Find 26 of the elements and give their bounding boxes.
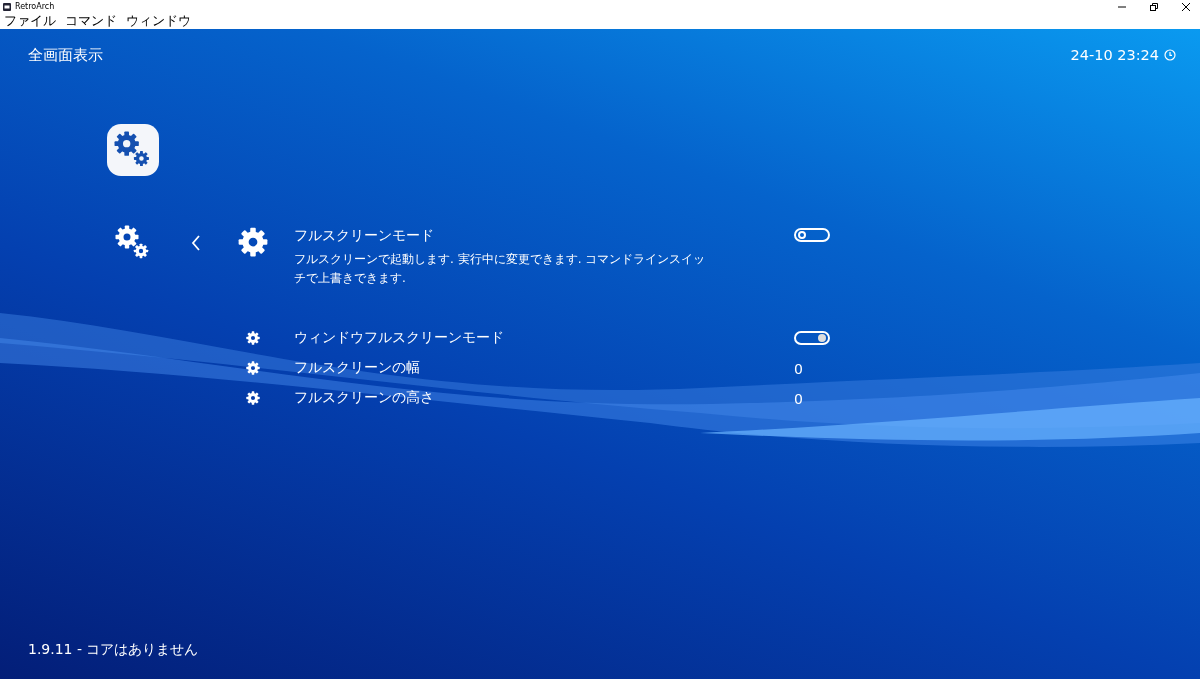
toggle-switch[interactable] <box>794 228 830 242</box>
restore-icon <box>1150 2 1158 11</box>
settings-icon <box>115 225 151 261</box>
small-gear-icon <box>246 361 260 375</box>
setting-label[interactable]: ウィンドウフルスクリーンモード <box>294 329 794 347</box>
menu-item[interactable]: ウィンドウ <box>126 13 191 29</box>
page-title: 全画面表示 <box>28 45 103 65</box>
setting-label[interactable]: フルスクリーンの高さ <box>294 389 794 407</box>
settings-icon <box>114 131 152 169</box>
setting-description: フルスクリーンで起動します. 実行中に変更できます. コマンドラインスイッチで上書きできます. <box>294 251 707 287</box>
menu-item[interactable]: コマンド <box>65 13 117 29</box>
setting-label[interactable]: フルスクリーンの幅 <box>294 359 794 377</box>
small-gear-icon <box>246 331 260 345</box>
small-gear-icon <box>246 391 260 405</box>
clock-text: 24-10 23:24 <box>1070 47 1159 63</box>
menu-item[interactable]: ファイル <box>4 13 56 29</box>
setting-label[interactable]: フルスクリーンモード <box>294 223 794 245</box>
version-text: 1.9.11 - コアはありません <box>27 641 200 659</box>
back-chevron-icon[interactable] <box>191 235 201 251</box>
close-icon <box>1182 2 1190 11</box>
setting-value: 0 <box>794 360 803 377</box>
setting-value: 0 <box>794 390 803 407</box>
clock-icon <box>1164 49 1176 61</box>
gear-icon <box>238 227 268 257</box>
toggle-switch[interactable] <box>794 331 830 345</box>
window-title: RetroArch <box>15 1 55 13</box>
